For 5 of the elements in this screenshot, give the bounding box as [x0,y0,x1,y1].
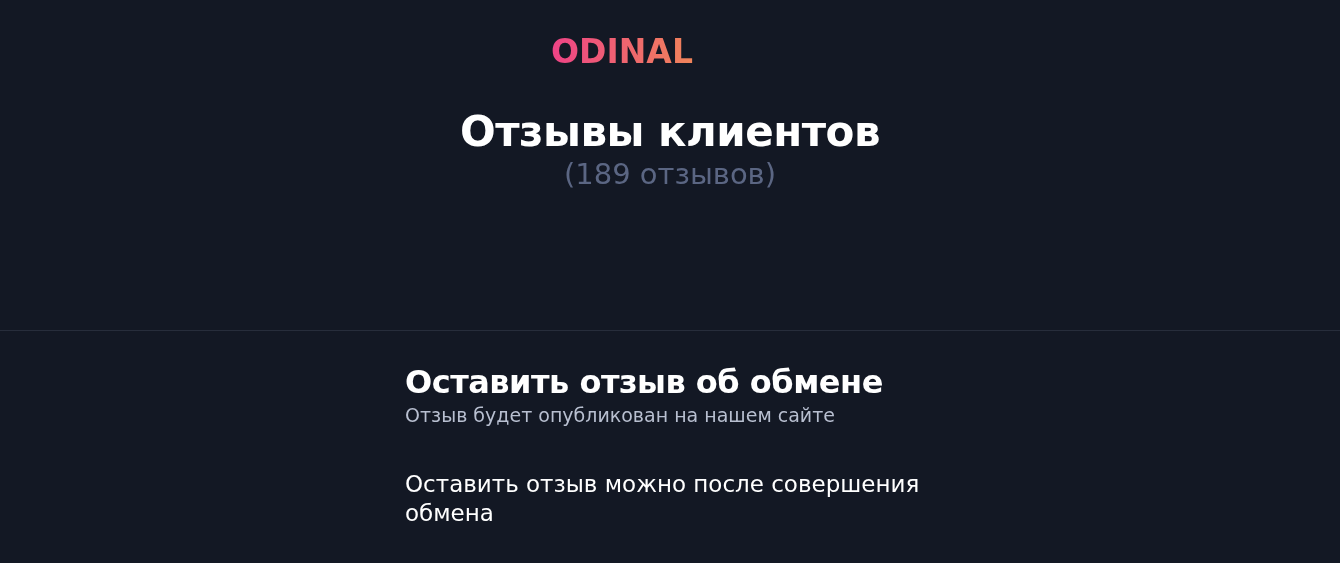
section-subtitle: Отзыв будет опубликован на нашем сайте [405,403,836,429]
review-count: (189 отзывов) [563,155,777,193]
notice-text: Оставить отзыв можно после совершения обмена [405,469,921,528]
section-title: Оставить отзыв об обмене [405,363,884,402]
page-title: Отзывы клиентов [458,107,882,156]
